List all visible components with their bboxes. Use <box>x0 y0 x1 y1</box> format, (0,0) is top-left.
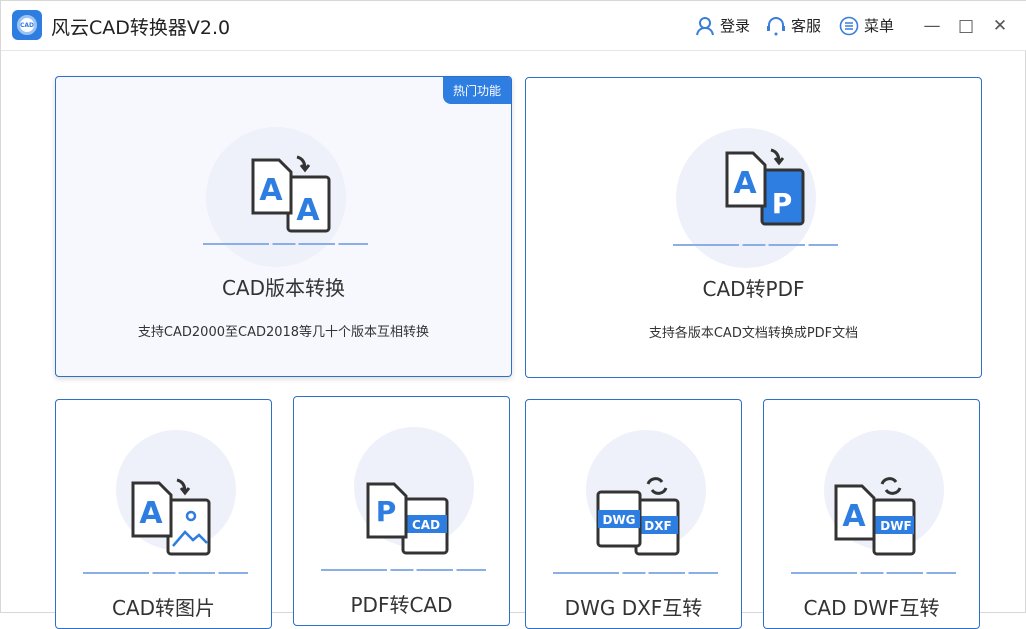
svg-text:DXF: DXF <box>644 519 671 533</box>
user-icon <box>695 16 715 36</box>
divider-line <box>791 572 956 574</box>
card-description: 支持CAD2000至CAD2018等几十个版本互相转换 <box>56 321 511 340</box>
card-title: DWG DXF互转 <box>526 592 741 621</box>
card-title: PDF转CAD <box>294 589 509 618</box>
maximize-button[interactable]: □ <box>953 13 979 39</box>
svg-text:P: P <box>376 495 397 528</box>
card-title: CAD转PDF <box>526 273 981 302</box>
svg-text:A: A <box>139 496 163 531</box>
card-cad-version-convert[interactable]: 热门功能 A A CAD版本转换 支持CAD2000至CAD2018等几十个版本… <box>55 76 512 377</box>
svg-text:DWF: DWF <box>880 519 911 533</box>
cad-dwf-icon: DWF A <box>834 474 920 558</box>
divider-line <box>203 243 368 245</box>
app-logo: CAD <box>12 10 42 40</box>
card-title: CAD版本转换 <box>56 272 511 301</box>
svg-text:A: A <box>259 173 283 208</box>
headset-icon <box>766 16 786 36</box>
svg-text:DWG: DWG <box>602 513 635 527</box>
card-description: 支持各版本CAD文档转换成PDF文档 <box>526 322 981 341</box>
card-cad-dwf-convert[interactable]: DWF A CAD DWF互转 <box>763 399 980 629</box>
card-cad-to-image[interactable]: A CAD转图片 <box>55 399 272 629</box>
svg-text:A: A <box>842 499 866 534</box>
card-title: CAD转图片 <box>56 592 271 621</box>
close-button[interactable]: ✕ <box>987 13 1013 39</box>
cad-to-pdf-icon: P A <box>725 148 807 228</box>
title-bar: CAD 风云CAD转换器V2.0 登录 客服 菜单 — □ ✕ <box>1 1 1026 51</box>
card-dwg-dxf-convert[interactable]: DXF DWG DWG DXF互转 <box>525 399 742 629</box>
menu-button[interactable]: 菜单 <box>839 15 894 36</box>
svg-text:A: A <box>296 193 320 228</box>
divider-line <box>673 244 838 246</box>
service-button[interactable]: 客服 <box>766 15 821 36</box>
card-title: CAD DWF互转 <box>764 592 979 621</box>
cad-to-image-icon: A <box>131 478 213 558</box>
svg-text:CAD: CAD <box>412 518 440 532</box>
divider-line <box>553 572 718 574</box>
login-button[interactable]: 登录 <box>695 15 750 36</box>
svg-text:P: P <box>772 187 793 220</box>
pdf-to-cad-icon: CAD P <box>366 479 452 559</box>
divider-line <box>83 572 248 574</box>
minimize-button[interactable]: — <box>919 13 945 39</box>
dwg-dxf-icon: DXF DWG <box>596 474 682 558</box>
hot-badge: 热门功能 <box>443 77 511 104</box>
app-title: 风云CAD转换器V2.0 <box>51 13 230 40</box>
version-convert-icon: A A <box>251 155 333 235</box>
svg-text:A: A <box>733 166 757 201</box>
card-pdf-to-cad[interactable]: CAD P PDF转CAD <box>293 396 510 626</box>
list-icon <box>839 16 859 36</box>
divider-line <box>321 569 486 571</box>
card-cad-to-pdf[interactable]: P A CAD转PDF 支持各版本CAD文档转换成PDF文档 <box>525 77 982 378</box>
